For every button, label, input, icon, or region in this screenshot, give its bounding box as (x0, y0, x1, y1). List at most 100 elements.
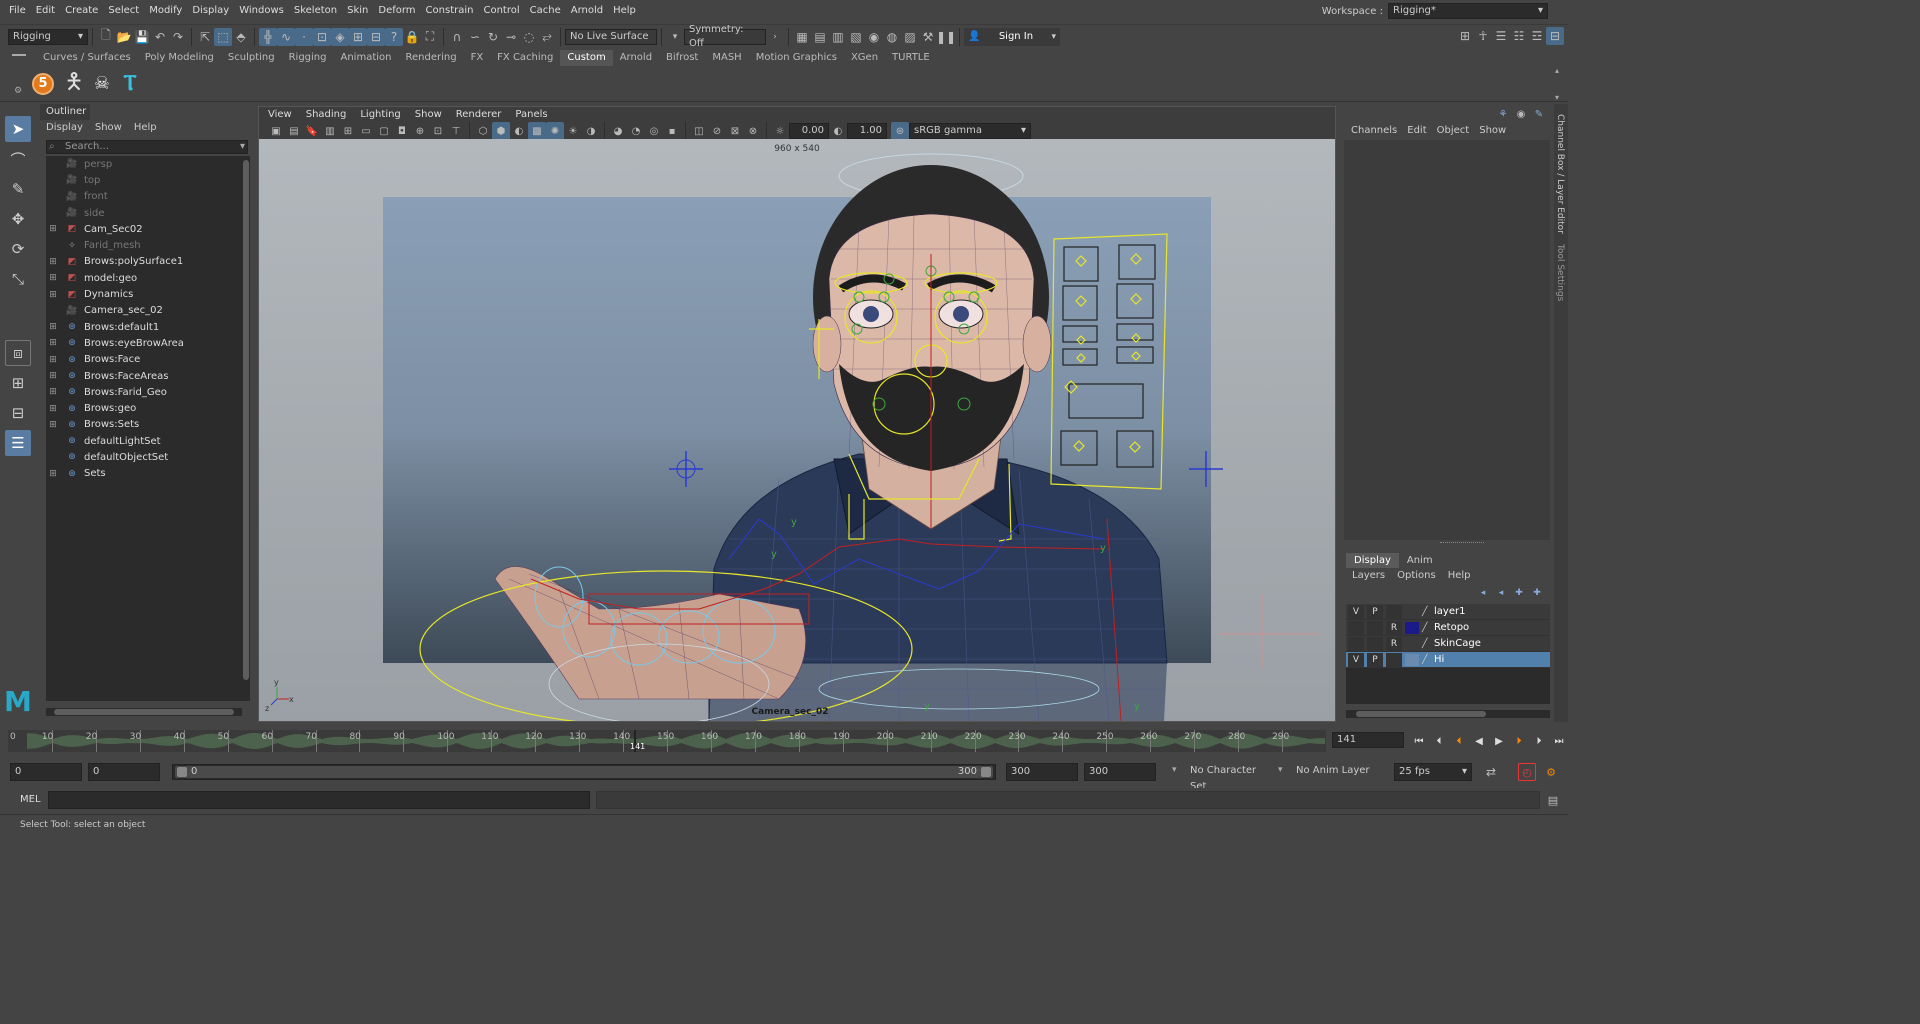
lights-icon[interactable]: ✺ (546, 122, 564, 140)
expand-icon[interactable]: ⊞ (46, 469, 60, 479)
two-view-layout-icon[interactable]: ⊟ (5, 400, 31, 426)
scale-tool-icon[interactable]: ⤡ (5, 266, 31, 292)
layer-playback-toggle[interactable]: P (1367, 652, 1383, 667)
range-handle-end[interactable] (981, 767, 991, 777)
move-layer-down-icon[interactable]: ◂ (1492, 584, 1510, 602)
skeleton-figure-icon[interactable]: 🯅 (60, 65, 88, 103)
side-tab-tool-settings[interactable]: Tool Settings (1555, 244, 1565, 301)
command-language-label[interactable]: MEL (20, 794, 41, 805)
backface-icon[interactable]: ⊗ (744, 122, 762, 140)
gamma-field[interactable]: 1.00 (847, 123, 887, 139)
shelf-tab-rendering[interactable]: Rendering (398, 50, 463, 66)
menu-edit[interactable]: Edit (31, 0, 60, 22)
expand-icon[interactable]: ⊞ (46, 355, 60, 365)
layer-row[interactable]: V P ╱ Hi (1346, 652, 1550, 668)
go-to-start-icon[interactable]: ⏮ (1410, 732, 1428, 750)
layer-display-type-toggle[interactable] (1386, 652, 1402, 667)
outliner-item[interactable]: 🎥 top (46, 172, 242, 188)
shelf-tab-mash[interactable]: MASH (705, 50, 748, 66)
menu-modify[interactable]: Modify (144, 0, 187, 22)
expand-icon[interactable]: ⊞ (46, 387, 60, 397)
outliner-item[interactable]: ⊞ ⊛ Brows:eyeBrowArea (46, 335, 242, 351)
shelf-menu-icon[interactable] (12, 54, 26, 62)
channel-box-menu-show[interactable]: Show (1474, 123, 1511, 139)
layer-tab-display[interactable]: Display (1346, 552, 1399, 568)
layer-row[interactable]: V P ╱ layer1 (1346, 604, 1550, 620)
menu-cache[interactable]: Cache (525, 0, 566, 22)
eye-icon[interactable]: ◉ (1512, 105, 1530, 123)
snap-live-icon[interactable]: ⊞ (349, 27, 367, 46)
xray-active-icon[interactable]: ⊠ (726, 122, 744, 140)
expand-icon[interactable]: ⊞ (46, 371, 60, 381)
chevron-right-icon[interactable]: › (766, 28, 784, 46)
shelf-tab-sculpting[interactable]: Sculpting (221, 50, 282, 66)
outliner-item[interactable]: ⊞ ⊛ Brows:default1 (46, 319, 242, 335)
field-chart-icon[interactable]: ⊕ (411, 122, 429, 140)
menu-deform[interactable]: Deform (373, 0, 420, 22)
camera-icon[interactable]: ▣ (267, 122, 285, 140)
paint-select-icon[interactable]: ✎ (5, 176, 31, 202)
layer-visibility-toggle[interactable] (1348, 620, 1364, 635)
layer-hscroll[interactable] (1346, 710, 1550, 718)
shelf-tab-rigging[interactable]: Rigging (282, 50, 334, 66)
shelf-tab-animation[interactable]: Animation (334, 50, 399, 66)
ipr-render-icon[interactable]: ▥ (829, 28, 847, 46)
snap-view-icon[interactable]: ⊡ (313, 27, 331, 46)
scroll-thumb[interactable] (54, 709, 234, 715)
workspace-dropdown[interactable]: Rigging* ▾ (1388, 3, 1548, 19)
outliner-item[interactable]: 🎥 persp (46, 156, 242, 172)
snap-surface-icon[interactable]: ◈ (331, 27, 349, 46)
bookmark-icon[interactable]: 🔖 (303, 122, 321, 140)
edit-icon[interactable]: ✎ (1530, 105, 1548, 123)
expand-icon[interactable]: ⊞ (46, 257, 60, 267)
outliner-item[interactable]: ⊛ defaultLightSet (46, 433, 242, 449)
range-handle-start[interactable] (177, 767, 187, 777)
viewport-menu-shading[interactable]: Shading (299, 107, 354, 123)
scroll-thumb[interactable] (243, 160, 249, 680)
film-gate-icon[interactable]: ▭ (357, 122, 375, 140)
grid-icon[interactable]: ⊞ (339, 122, 357, 140)
lock-icon[interactable]: 🔒 (403, 28, 421, 46)
node-icon[interactable]: ⚘ (1494, 105, 1512, 123)
rotate-tool-icon[interactable]: ⟳ (5, 236, 31, 262)
shelf-tab-motion-graphics[interactable]: Motion Graphics (749, 50, 844, 66)
outliner-item[interactable]: ⊞ ◩ model:geo (46, 270, 242, 286)
auto-key-icon[interactable]: ◴ (1518, 763, 1536, 781)
tool-settings-icon[interactable]: ☷ (1510, 27, 1528, 45)
outliner-layout-icon[interactable]: ☰ (5, 430, 31, 456)
script-editor-icon[interactable]: ▤ (1544, 791, 1562, 809)
side-tab-channel-box[interactable]: Channel Box / Layer Editor (1555, 114, 1565, 234)
animation-end-field[interactable]: 300 (1084, 763, 1156, 781)
anim-layer-field[interactable]: No Anim Layer (1292, 763, 1372, 781)
select-component-icon[interactable]: ⬘ (232, 28, 250, 46)
camera-lock-icon[interactable]: ⛶ (421, 28, 439, 46)
safe-action-icon[interactable]: ⊡ (429, 122, 447, 140)
viewport-menu-lighting[interactable]: Lighting (353, 107, 407, 123)
tpose-figure-icon[interactable]: Ⲧ (116, 71, 144, 96)
outliner-item[interactable]: ⊞ ◩ Dynamics (46, 286, 242, 302)
depth-of-field-icon[interactable]: ◎ (645, 122, 663, 140)
layer-row[interactable]: R ╱ SkinCage (1346, 636, 1550, 652)
shelf-tab-poly-modeling[interactable]: Poly Modeling (138, 50, 221, 66)
outliner-hscroll[interactable] (46, 708, 242, 716)
chevron-down-icon[interactable]: ▾ (666, 28, 684, 46)
expand-icon[interactable]: ⊞ (46, 420, 60, 430)
channel-box-icon[interactable]: ☲ (1528, 27, 1546, 45)
shelf-tab-fx-caching[interactable]: FX Caching (490, 50, 560, 66)
shelf-tab-turtle[interactable]: TURTLE (885, 50, 937, 66)
range-slider-bar[interactable] (175, 766, 993, 778)
menu-help[interactable]: Help (608, 0, 641, 22)
resolution-gate-icon[interactable]: ▢ (375, 122, 393, 140)
expand-icon[interactable]: ⊞ (46, 338, 60, 348)
smooth-shade-icon[interactable]: ⬢ (492, 122, 510, 140)
scroll-thumb[interactable] (1356, 711, 1486, 717)
viewport-menu-panels[interactable]: Panels (508, 107, 554, 123)
playback-end-field[interactable]: 300 (1006, 763, 1078, 781)
play-backward-icon[interactable]: ◀ (1470, 732, 1488, 750)
outliner-vscroll[interactable] (242, 156, 250, 701)
step-back-frame-icon[interactable]: ⏴ (1450, 732, 1468, 750)
symmetry-dropdown[interactable]: Symmetry: Off (684, 24, 766, 49)
shelf-tab-bifrost[interactable]: Bifrost (659, 50, 705, 66)
command-input[interactable] (48, 791, 590, 809)
layer-color-swatch[interactable] (1405, 621, 1419, 634)
